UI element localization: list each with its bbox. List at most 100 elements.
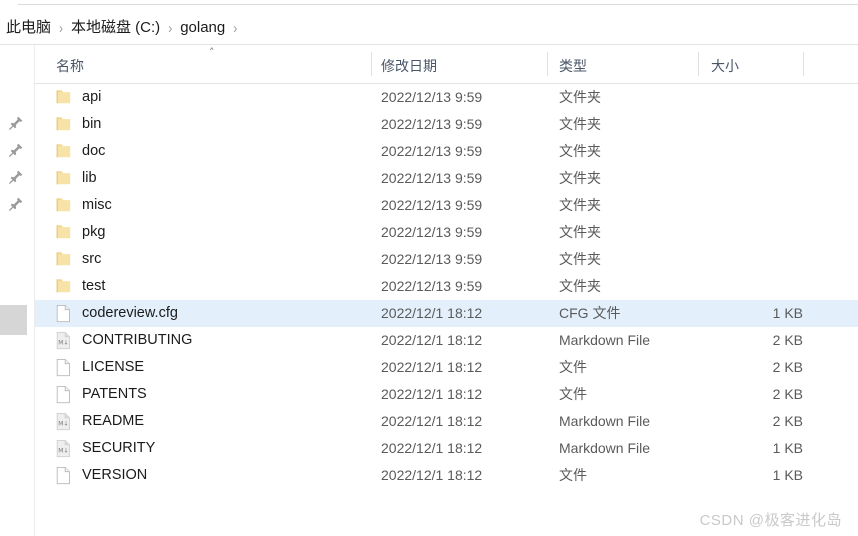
column-header-type[interactable]: 类型 bbox=[559, 58, 587, 74]
file-name-cell[interactable]: src bbox=[55, 246, 101, 273]
file-name-label: CONTRIBUTING bbox=[82, 332, 193, 348]
file-name-cell[interactable]: M↓ SECURITY bbox=[55, 435, 155, 462]
column-resize-handle[interactable] bbox=[547, 52, 548, 76]
column-header-size[interactable]: 大小 bbox=[711, 58, 739, 74]
file-list-row[interactable]: test 2022/12/13 9:59 文件夹 bbox=[35, 273, 858, 300]
breadcrumb-item[interactable]: 本地磁盘 (C:) bbox=[69, 17, 162, 39]
file-name-cell[interactable]: lib bbox=[55, 165, 97, 192]
file-type-cell: 文件 bbox=[559, 359, 587, 375]
file-date-cell: 2022/12/13 9:59 bbox=[381, 89, 483, 105]
file-name-cell[interactable]: api bbox=[55, 84, 101, 111]
pin-icon[interactable] bbox=[8, 196, 24, 212]
file-date-cell: 2022/12/13 9:59 bbox=[381, 116, 483, 132]
file-name-label: PATENTS bbox=[82, 386, 147, 402]
file-size-cell: 1 KB bbox=[772, 467, 803, 483]
folder-icon bbox=[55, 250, 72, 270]
folder-icon bbox=[55, 88, 72, 108]
file-name-label: doc bbox=[82, 143, 106, 159]
file-type-cell: 文件夹 bbox=[559, 224, 601, 240]
file-list-row[interactable]: M↓ SECURITY 2022/12/1 18:12 Markdown File 1 … bbox=[35, 435, 858, 462]
file-name-cell[interactable]: PATENTS bbox=[55, 381, 147, 408]
file-list-row[interactable]: M↓ CONTRIBUTING 2022/12/1 18:12 Markdown Fi… bbox=[35, 327, 858, 354]
file-date-cell: 2022/12/13 9:59 bbox=[381, 251, 483, 267]
chevron-right-icon: › bbox=[0, 14, 4, 42]
file-name-label: lib bbox=[82, 170, 97, 186]
breadcrumb[interactable]: ›此电脑›本地磁盘 (C:)›golang› bbox=[0, 17, 243, 39]
file-name-cell[interactable]: codereview.cfg bbox=[55, 300, 178, 327]
file-name-label: test bbox=[82, 278, 106, 294]
file-list-row[interactable]: pkg 2022/12/13 9:59 文件夹 bbox=[35, 219, 858, 246]
file-list-row[interactable]: M↓ README 2022/12/1 18:12 Markdown File 2 KB bbox=[35, 408, 858, 435]
pin-icon[interactable] bbox=[8, 115, 24, 131]
file-name-label: SECURITY bbox=[82, 440, 156, 456]
file-name-label: pkg bbox=[82, 224, 106, 240]
file-date-cell: 2022/12/1 18:12 bbox=[381, 467, 483, 483]
watermark: CSDN @极客进化岛 bbox=[699, 512, 842, 529]
folder-icon bbox=[55, 115, 72, 135]
folder-icon bbox=[55, 277, 72, 297]
file-name-cell[interactable]: misc bbox=[55, 192, 112, 219]
column-header-name[interactable]: 名称 bbox=[56, 58, 84, 74]
file-name-label: src bbox=[82, 251, 102, 267]
file-name-cell[interactable]: pkg bbox=[55, 219, 105, 246]
pin-icon[interactable] bbox=[8, 142, 24, 158]
svg-text:M↓: M↓ bbox=[58, 447, 68, 454]
file-name-cell[interactable]: bin bbox=[55, 111, 101, 138]
file-date-cell: 2022/12/1 18:12 bbox=[381, 305, 483, 321]
sort-ascending-icon: ˄ bbox=[209, 46, 215, 59]
file-type-cell: Markdown File bbox=[559, 440, 651, 456]
file-list-row[interactable]: src 2022/12/13 9:59 文件夹 bbox=[35, 246, 858, 273]
svg-text:M↓: M↓ bbox=[58, 420, 68, 427]
navigation-pane-scrollbar-thumb[interactable] bbox=[0, 305, 27, 335]
file-name-cell[interactable]: LICENSE bbox=[55, 354, 144, 381]
file-type-cell: 文件夹 bbox=[559, 89, 601, 105]
file-name-cell[interactable]: doc bbox=[55, 138, 105, 165]
file-size-cell: 2 KB bbox=[772, 332, 803, 348]
file-type-cell: 文件夹 bbox=[559, 278, 601, 294]
folder-icon bbox=[55, 142, 72, 162]
file-list-row[interactable]: api 2022/12/13 9:59 文件夹 bbox=[35, 84, 858, 111]
file-name-cell[interactable]: M↓ CONTRIBUTING bbox=[55, 327, 192, 354]
file-type-cell: 文件夹 bbox=[559, 143, 601, 159]
file-list-row[interactable]: lib 2022/12/13 9:59 文件夹 bbox=[35, 165, 858, 192]
chevron-right-icon[interactable]: › bbox=[53, 14, 69, 42]
file-type-cell: 文件夹 bbox=[559, 251, 601, 267]
file-name-label: VERSION bbox=[82, 467, 148, 483]
file-list-row[interactable]: codereview.cfg 2022/12/1 18:12 CFG 文件 1 KB bbox=[35, 300, 858, 327]
markdown-icon: M↓ bbox=[55, 331, 72, 351]
file-size-cell: 2 KB bbox=[772, 413, 803, 429]
column-resize-handle[interactable] bbox=[803, 52, 804, 76]
file-list-row[interactable]: LICENSE 2022/12/1 18:12 文件 2 KB bbox=[35, 354, 858, 381]
chevron-right-icon[interactable]: › bbox=[162, 14, 178, 42]
file-name-cell[interactable]: M↓ README bbox=[55, 408, 144, 435]
column-resize-handle[interactable] bbox=[371, 52, 372, 76]
markdown-icon: M↓ bbox=[55, 412, 72, 432]
file-icon bbox=[55, 385, 72, 405]
file-size-cell: 1 KB bbox=[772, 305, 803, 321]
file-date-cell: 2022/12/13 9:59 bbox=[381, 278, 483, 294]
file-list-row[interactable]: bin 2022/12/13 9:59 文件夹 bbox=[35, 111, 858, 138]
file-type-cell: Markdown File bbox=[559, 413, 651, 429]
file-list-row[interactable]: doc 2022/12/13 9:59 文件夹 bbox=[35, 138, 858, 165]
file-icon bbox=[55, 466, 72, 486]
column-header-date-modified[interactable]: 修改日期 bbox=[381, 58, 437, 74]
chevron-right-icon[interactable]: › bbox=[227, 14, 243, 42]
breadcrumb-item[interactable]: golang bbox=[178, 17, 227, 39]
file-list-row[interactable]: VERSION 2022/12/1 18:12 文件 1 KB bbox=[35, 462, 858, 489]
file-size-cell: 2 KB bbox=[772, 386, 803, 402]
file-name-cell[interactable]: VERSION bbox=[55, 462, 147, 489]
address-bar: ›此电脑›本地磁盘 (C:)›golang› bbox=[0, 0, 858, 45]
file-size-cell: 2 KB bbox=[772, 359, 803, 375]
folder-icon bbox=[55, 196, 72, 216]
file-type-cell: CFG 文件 bbox=[559, 305, 621, 321]
file-date-cell: 2022/12/1 18:12 bbox=[381, 413, 483, 429]
svg-text:M↓: M↓ bbox=[58, 339, 68, 346]
file-list-row[interactable]: PATENTS 2022/12/1 18:12 文件 2 KB bbox=[35, 381, 858, 408]
file-date-cell: 2022/12/1 18:12 bbox=[381, 359, 483, 375]
pin-icon[interactable] bbox=[8, 169, 24, 185]
file-name-cell[interactable]: test bbox=[55, 273, 105, 300]
breadcrumb-item[interactable]: 此电脑 bbox=[4, 17, 53, 39]
file-date-cell: 2022/12/13 9:59 bbox=[381, 197, 483, 213]
file-list-row[interactable]: misc 2022/12/13 9:59 文件夹 bbox=[35, 192, 858, 219]
column-resize-handle[interactable] bbox=[698, 52, 699, 76]
